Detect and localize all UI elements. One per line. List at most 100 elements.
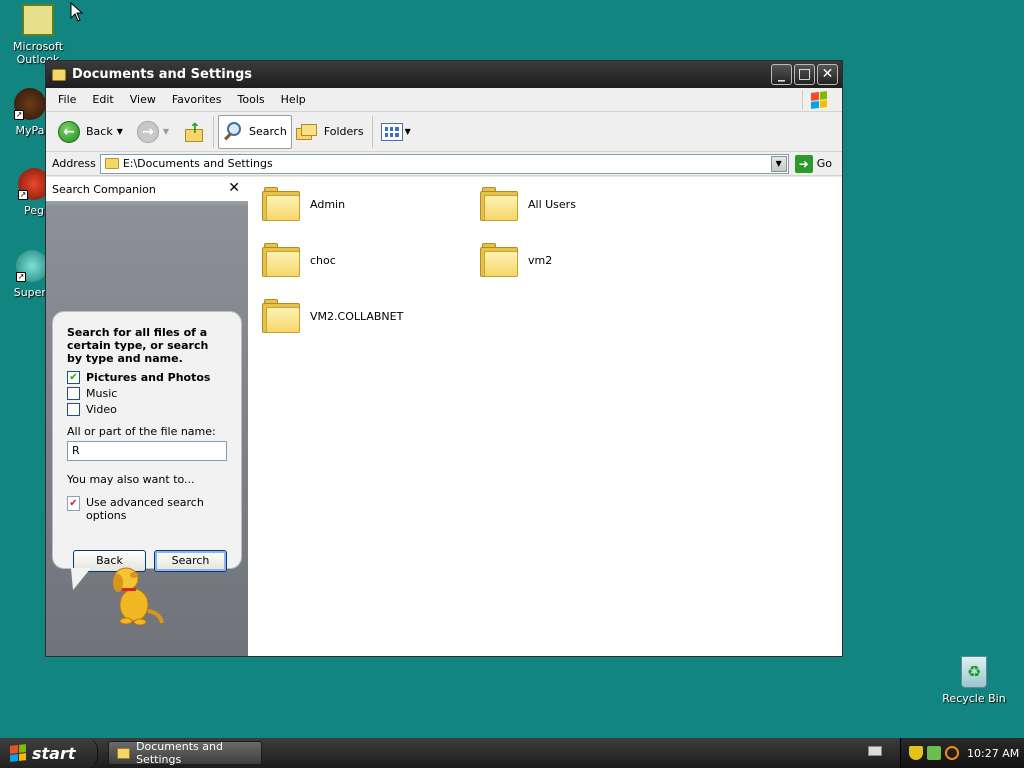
toolbar: ← Back ▼ → ▼ ↑ Search Folders ▼ (46, 112, 842, 152)
folder-icon (104, 158, 119, 169)
also-want-label: You may also want to... (67, 473, 195, 486)
address-value: E:\Documents and Settings (122, 157, 273, 170)
network-icon[interactable] (927, 746, 941, 760)
mypa-icon: ↗ (14, 88, 46, 120)
filename-label: All or part of the file name: (67, 425, 216, 438)
folder-icon (262, 187, 300, 221)
shield-icon[interactable] (909, 746, 923, 760)
forward-button[interactable]: → ▼ (133, 115, 179, 149)
desktop-icon-outlook[interactable]: Microsoft Outlook (0, 4, 76, 66)
go-label: Go (816, 157, 832, 170)
folder-name: All Users (528, 197, 576, 211)
start-button[interactable]: start (0, 738, 98, 768)
search-companion-title: Search Companion (52, 182, 156, 196)
filename-input[interactable]: R (67, 441, 227, 461)
folder-icon (262, 243, 300, 277)
forward-arrow-icon: → (136, 120, 159, 143)
taskbar-item-documents[interactable]: Documents and Settings (108, 740, 262, 766)
menu-bar: File Edit View Favorites Tools Help (46, 88, 842, 112)
folder-item[interactable]: Admin (262, 187, 345, 221)
clock: 10:27 AM (967, 746, 1020, 760)
chevron-down-icon[interactable]: ▼ (117, 127, 123, 136)
shortcut-arrow-icon: ↗ (18, 190, 28, 200)
search-balloon: Search for all files of a certain type, … (52, 311, 242, 572)
checkbox-icon[interactable] (67, 402, 80, 416)
desktop-icon-label: Recycle Bin (942, 692, 1006, 705)
folder-item[interactable]: choc (262, 243, 336, 277)
content-area: Search Companion ✕ Search for all files … (46, 177, 842, 656)
keyboard-icon[interactable] (868, 746, 882, 756)
explorer-window: Documents and Settings _ □ ✕ File Edit V… (45, 60, 843, 657)
checkbox-icon[interactable] (67, 386, 80, 400)
menu-favorites[interactable]: Favorites (164, 93, 230, 106)
folder-icon (117, 747, 131, 759)
outlook-icon (22, 4, 54, 36)
menu-help[interactable]: Help (273, 93, 314, 106)
search-companion-header: Search Companion ✕ (46, 177, 248, 201)
folder-icon (480, 187, 518, 221)
search-companion-pane: Search Companion ✕ Search for all files … (46, 177, 248, 656)
advanced-search-link[interactable]: ✔ Use advanced search options (67, 496, 227, 522)
address-bar: Address E:\Documents and Settings ▼ ➜ Go (46, 152, 842, 176)
shortcut-arrow-icon: ↗ (14, 110, 24, 120)
option-label: Music (86, 386, 118, 400)
mouse-cursor-icon (70, 2, 84, 22)
toolbar-separator (213, 115, 215, 148)
folders-icon (295, 122, 318, 142)
go-button[interactable]: ➜ Go (789, 154, 842, 173)
maximize-button[interactable]: □ (794, 64, 815, 85)
folder-name: vm2 (528, 253, 553, 267)
search-icon (223, 121, 245, 143)
folder-icon (480, 243, 518, 277)
search-submit-button[interactable]: Search (154, 550, 227, 572)
checkmark-document-icon: ✔ (67, 496, 80, 511)
folder-icon (52, 68, 66, 81)
folder-name: VM2.COLLABNET (310, 309, 404, 323)
folder-name: choc (310, 253, 336, 267)
minimize-button[interactable]: _ (771, 64, 792, 85)
close-button[interactable]: ✕ (817, 64, 838, 85)
search-tray-icon[interactable] (945, 746, 959, 760)
folder-item[interactable]: All Users (480, 187, 576, 221)
folder-name: Admin (310, 197, 346, 211)
menu-tools[interactable]: Tools (230, 93, 273, 106)
taskbar-item-label: Documents and Settings (136, 740, 223, 766)
toolbar-separator (371, 115, 373, 148)
address-label: Address (52, 157, 96, 170)
menu-file[interactable]: File (50, 93, 84, 106)
title-bar[interactable]: Documents and Settings _ □ ✕ (46, 61, 842, 88)
desktop-icon-recycle-bin[interactable]: ♻ Recycle Bin (936, 656, 1012, 705)
up-folder-icon: ↑ (183, 121, 205, 143)
option-music[interactable]: Music (67, 385, 227, 401)
menu-view[interactable]: View (122, 93, 164, 106)
folders-button[interactable]: Folders (292, 115, 368, 149)
file-list: Admin All Users choc vm2 VM2.COLLABNET (248, 177, 842, 656)
address-dropdown-icon[interactable]: ▼ (770, 155, 787, 172)
search-button[interactable]: Search (218, 114, 292, 149)
up-folder-button[interactable]: ↑ (179, 115, 209, 149)
chevron-down-icon[interactable]: ▼ (405, 127, 411, 136)
advanced-search-label: Use advanced search options (86, 496, 204, 522)
option-label: Pictures and Photos (86, 370, 211, 384)
search-dog-icon (113, 567, 164, 625)
go-arrow-icon: ➜ (794, 154, 813, 173)
option-video[interactable]: Video (67, 401, 227, 417)
menu-edit[interactable]: Edit (84, 93, 121, 106)
taskbar: start Documents and Settings 10:27 AM (0, 738, 1024, 768)
folder-icon (262, 299, 300, 333)
search-label: Search (249, 125, 287, 138)
close-icon[interactable]: ✕ (228, 180, 240, 196)
folders-label: Folders (323, 125, 364, 138)
checkbox-checked-icon[interactable]: ✔ (67, 370, 80, 384)
folder-item[interactable]: VM2.COLLABNET (262, 299, 403, 333)
views-button[interactable]: ▼ (377, 115, 421, 149)
search-prompt: Search for all files of a certain type, … (67, 326, 209, 365)
option-pictures[interactable]: ✔ Pictures and Photos (67, 369, 227, 385)
address-input[interactable]: E:\Documents and Settings ▼ (99, 153, 789, 174)
views-icon (380, 122, 403, 141)
folder-item[interactable]: vm2 (480, 243, 552, 277)
chevron-down-icon[interactable]: ▼ (163, 127, 169, 136)
windows-logo-icon (10, 744, 26, 762)
recycle-bin-icon: ♻ (961, 656, 987, 688)
back-button[interactable]: ← Back ▼ (54, 115, 133, 149)
